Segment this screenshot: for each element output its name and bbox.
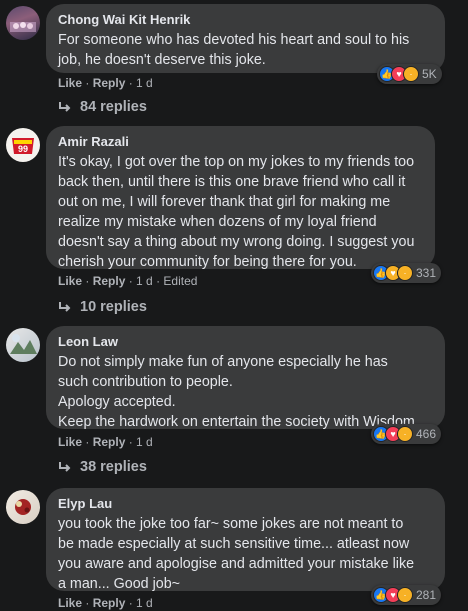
- comment-actions: Like · Reply · 1 d: [58, 76, 153, 90]
- reaction-summary[interactable]: 👍 ♥ · 281: [371, 585, 442, 605]
- avatar[interactable]: [6, 328, 40, 362]
- reaction-count: 466: [416, 427, 437, 441]
- comment-author[interactable]: Elyp Lau: [58, 496, 433, 512]
- avatar[interactable]: 99: [6, 128, 40, 162]
- haha-icon: ·: [397, 426, 413, 442]
- reply-button[interactable]: Reply: [93, 596, 126, 610]
- reply-button[interactable]: Reply: [93, 274, 126, 288]
- view-replies-button[interactable]: 84 replies: [58, 98, 147, 116]
- sad-icon: ·: [403, 66, 419, 82]
- reaction-count: 331: [416, 266, 437, 280]
- comment-bubble: Amir Razali It's okay, I got over the to…: [46, 126, 435, 270]
- comment-actions: Like · Reply · 1 d: [58, 435, 153, 449]
- avatar-badge: 99: [18, 144, 28, 154]
- reaction-count: 5K: [422, 67, 437, 81]
- view-replies-button[interactable]: 38 replies: [58, 458, 147, 476]
- edited-label: Edited: [163, 274, 198, 288]
- comment-text: Do not simply make fun of anyone especia…: [58, 354, 419, 430]
- comment-author[interactable]: Amir Razali: [58, 134, 423, 150]
- comment-text: For someone who has devoted his heart an…: [58, 32, 410, 68]
- reply-arrow-icon: [59, 462, 71, 472]
- timestamp[interactable]: 1 d: [136, 76, 153, 90]
- timestamp[interactable]: 1 d: [136, 274, 153, 288]
- reply-button[interactable]: Reply: [93, 76, 126, 90]
- like-button[interactable]: Like: [58, 76, 82, 90]
- timestamp[interactable]: 1 d: [136, 435, 153, 449]
- haha-icon: ·: [397, 587, 413, 603]
- reaction-summary[interactable]: 👍 ♥ · 466: [371, 424, 442, 444]
- reaction-summary[interactable]: 👍 ♥ · 331: [371, 263, 442, 283]
- comment-actions: Like · Reply · 1 d · Edited: [58, 274, 198, 288]
- haha-icon: ·: [397, 265, 413, 281]
- reply-button[interactable]: Reply: [93, 435, 126, 449]
- view-replies-button[interactable]: 10 replies: [58, 298, 147, 316]
- comment-author[interactable]: Leon Law: [58, 334, 433, 350]
- avatar[interactable]: [6, 6, 40, 40]
- comment-text: It's okay, I got over the top on my joke…: [58, 154, 415, 270]
- comment-author[interactable]: Chong Wai Kit Henrik: [58, 12, 433, 28]
- comment-bubble: Elyp Lau you took the joke too far~ some…: [46, 488, 445, 592]
- reaction-summary[interactable]: 👍 ♥ · 5K: [377, 64, 442, 84]
- comment-bubble: Chong Wai Kit Henrik For someone who has…: [46, 4, 445, 73]
- comment-bubble: Leon Law Do not simply make fun of anyon…: [46, 326, 445, 430]
- like-button[interactable]: Like: [58, 596, 82, 610]
- timestamp[interactable]: 1 d: [136, 596, 153, 610]
- comment-text: you took the joke too far~ some jokes ar…: [58, 516, 415, 592]
- like-button[interactable]: Like: [58, 274, 82, 288]
- avatar[interactable]: [6, 490, 40, 524]
- reply-arrow-icon: [59, 102, 71, 112]
- like-button[interactable]: Like: [58, 435, 82, 449]
- reply-arrow-icon: [59, 302, 71, 312]
- reaction-count: 281: [416, 588, 437, 602]
